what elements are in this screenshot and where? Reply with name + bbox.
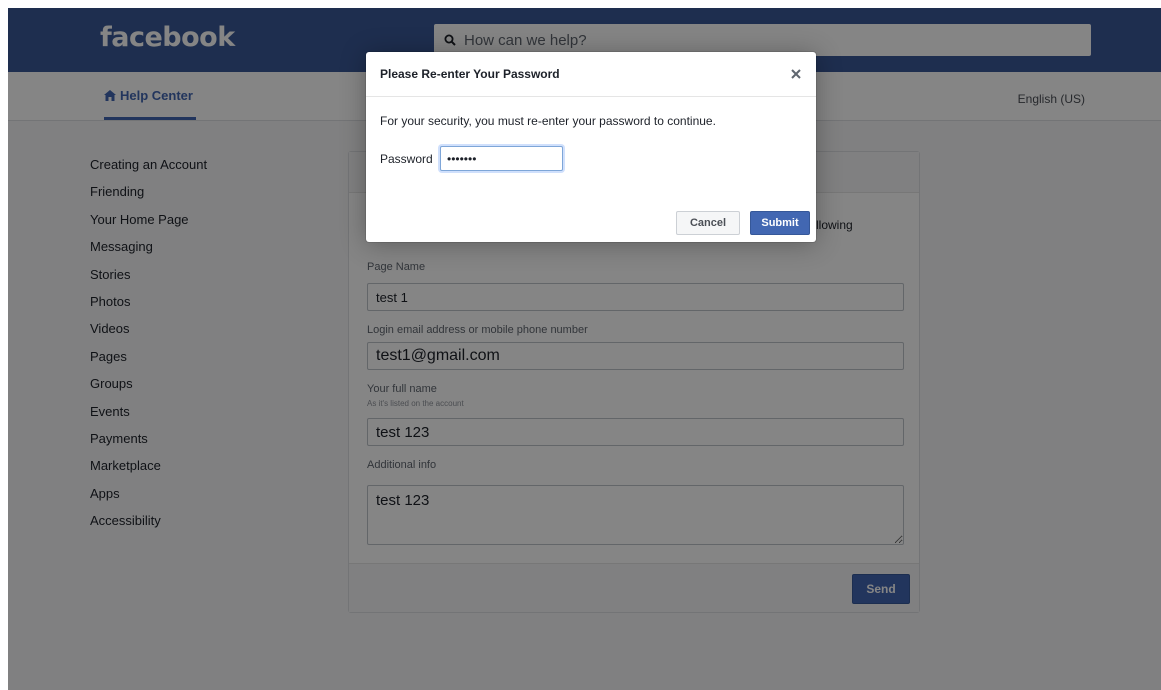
submit-button[interactable]: Submit (750, 211, 810, 235)
dialog-divider (366, 96, 816, 97)
password-label: Password (380, 152, 433, 166)
page-frame: facebook Help Center English (US) Creati… (8, 8, 1161, 690)
dialog-title: Please Re-enter Your Password (380, 67, 560, 81)
close-icon[interactable] (788, 66, 804, 82)
cancel-button[interactable]: Cancel (676, 211, 740, 235)
dialog-message: For your security, you must re-enter you… (380, 114, 716, 128)
password-input[interactable] (440, 146, 563, 171)
reenter-password-dialog: Please Re-enter Your Password For your s… (366, 52, 816, 242)
